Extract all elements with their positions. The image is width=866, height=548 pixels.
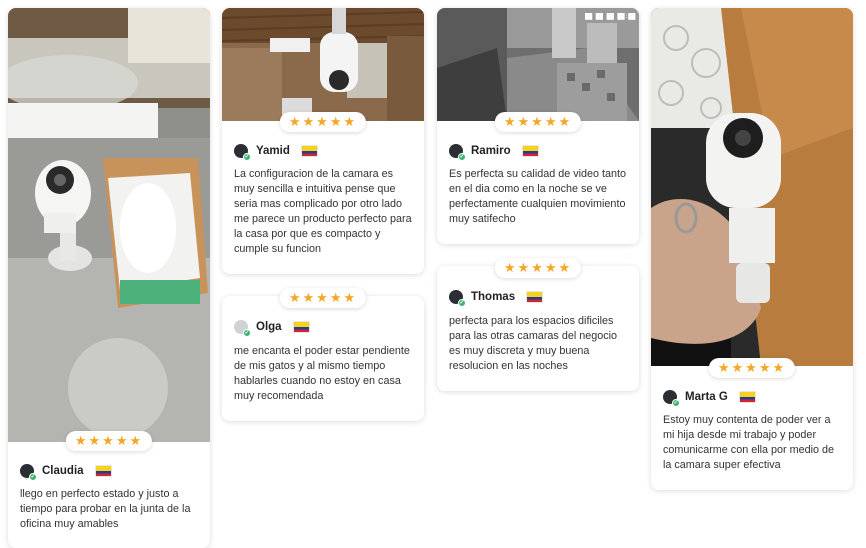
avatar: ✓ bbox=[234, 144, 251, 161]
rating-stars: ★★★★★ bbox=[494, 112, 582, 132]
reviewer: ✓ Olga bbox=[234, 320, 309, 337]
review-photo: ██ ██ ██ ██:██ bbox=[437, 8, 639, 121]
reviewer: ✓ Marta G bbox=[663, 390, 755, 407]
review-text: perfecta para los espacios dificiles par… bbox=[449, 315, 618, 372]
reviewer: ✓ Claudia bbox=[20, 464, 111, 481]
review-photo bbox=[651, 8, 853, 366]
avatar: ✓ bbox=[449, 144, 466, 161]
verified-check-icon: ✓ bbox=[29, 473, 37, 481]
verified-check-icon: ✓ bbox=[458, 299, 466, 307]
verified-check-icon: ✓ bbox=[243, 153, 251, 161]
reviewer-name: Claudia bbox=[42, 465, 84, 477]
rating-stars: ★★★★★ bbox=[65, 431, 153, 451]
review-card-olga: ★★★★★ ✓ Olga me encanta el poder estar p… bbox=[222, 288, 424, 421]
reviewer: ✓ Yamid bbox=[234, 144, 317, 161]
colombia-flag-icon bbox=[522, 146, 538, 156]
review-card-marta-g: ★★★★★ ✓ Marta G Estoy muy contenta de po… bbox=[651, 8, 853, 490]
rating-stars: ★★★★★ bbox=[279, 112, 367, 132]
avatar: ✓ bbox=[663, 390, 680, 407]
reviewer: ✓ Thomas bbox=[449, 290, 543, 307]
reviewer: ✓ Ramiro bbox=[449, 144, 538, 161]
rating-stars: ★★★★★ bbox=[494, 258, 582, 278]
avatar: ✓ bbox=[449, 290, 466, 307]
colombia-flag-icon bbox=[527, 292, 543, 302]
colombia-flag-icon bbox=[739, 392, 755, 402]
reviewer-name: Thomas bbox=[471, 291, 516, 303]
review-photo bbox=[8, 8, 210, 442]
review-card-yamid: ★★★★★ ✓ Yamid La configuracion de la cam… bbox=[222, 8, 424, 274]
reviewer-name: Ramiro bbox=[471, 145, 511, 157]
review-card-claudia: ★★★★★ ✓ Claudia llego en perfecto estado… bbox=[8, 8, 210, 548]
review-text: llego en perfecto estado y justo a tiemp… bbox=[20, 488, 191, 530]
colombia-flag-icon bbox=[95, 466, 111, 476]
rating-stars: ★★★★★ bbox=[279, 288, 367, 308]
review-text: La configuracion de la camara es muy sen… bbox=[234, 168, 412, 255]
rating-stars: ★★★★★ bbox=[708, 358, 796, 378]
reviewer-name: Marta G bbox=[685, 391, 728, 403]
verified-check-icon: ✓ bbox=[243, 329, 251, 337]
review-photo bbox=[222, 8, 424, 121]
svg-text:██ ██ ██ ██:██: ██ ██ ██ ██:██ bbox=[585, 13, 636, 20]
review-card-ramiro: ██ ██ ██ ██:██ ★★★★★ ✓ Ramiro Es perfect… bbox=[437, 8, 639, 244]
review-text: Es perfecta su calidad de video tanto en… bbox=[449, 168, 627, 225]
review-text: Estoy muy contenta de poder ver a mi hij… bbox=[663, 414, 835, 471]
reviewer-name: Olga bbox=[256, 321, 282, 333]
avatar: ✓ bbox=[234, 320, 251, 337]
reviewer-name: Yamid bbox=[256, 145, 290, 157]
review-text: me encanta el poder estar pendiente de m… bbox=[234, 345, 410, 402]
review-card-thomas: ★★★★★ ✓ Thomas perfecta para los espacio… bbox=[437, 258, 639, 391]
avatar: ✓ bbox=[20, 464, 37, 481]
verified-check-icon: ✓ bbox=[458, 153, 466, 161]
colombia-flag-icon bbox=[293, 322, 309, 332]
colombia-flag-icon bbox=[301, 146, 317, 156]
verified-check-icon: ✓ bbox=[672, 399, 680, 407]
